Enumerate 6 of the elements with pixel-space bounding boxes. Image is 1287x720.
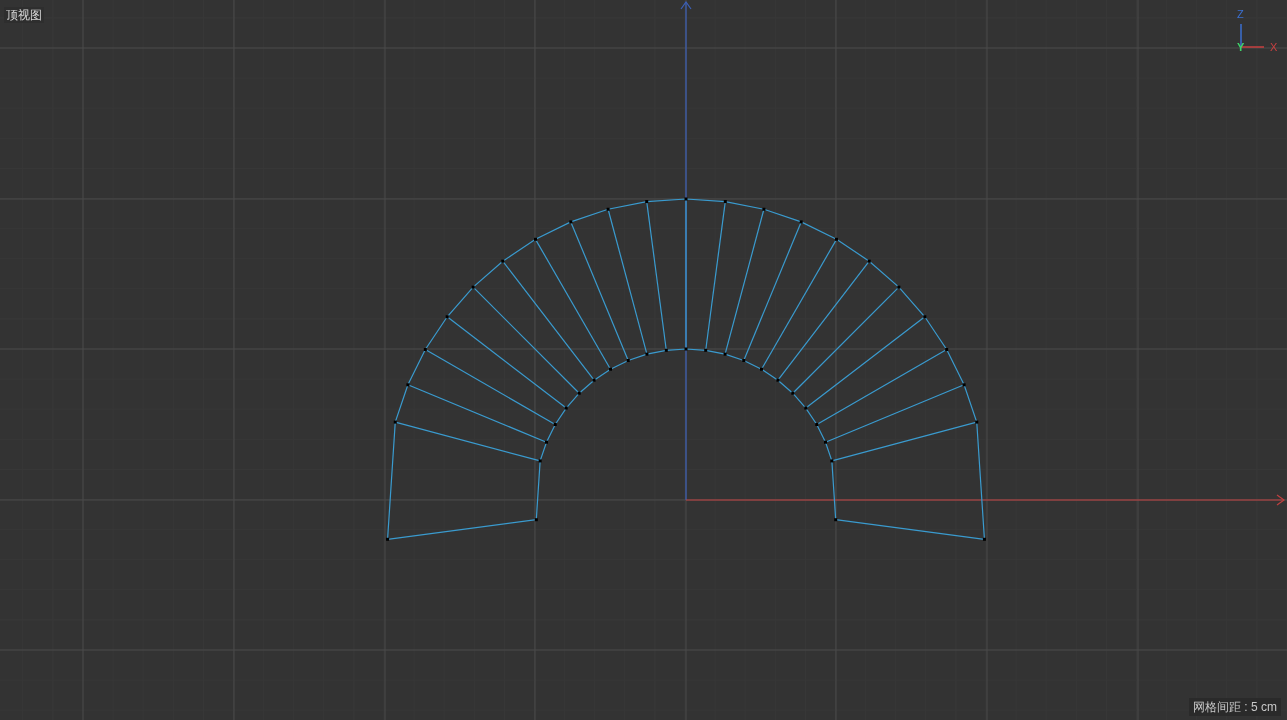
view-title: 顶视图 [4,7,44,23]
y-axis-label: Y [1237,41,1245,53]
grid-spacing-label: 网格间距 : 5 cm [1189,698,1281,716]
z-axis-label: Z [1237,8,1244,21]
viewport[interactable]: 顶视图 Z Y X 网格间距 : 5 cm [0,0,1287,720]
x-axis-label: X [1270,41,1278,54]
